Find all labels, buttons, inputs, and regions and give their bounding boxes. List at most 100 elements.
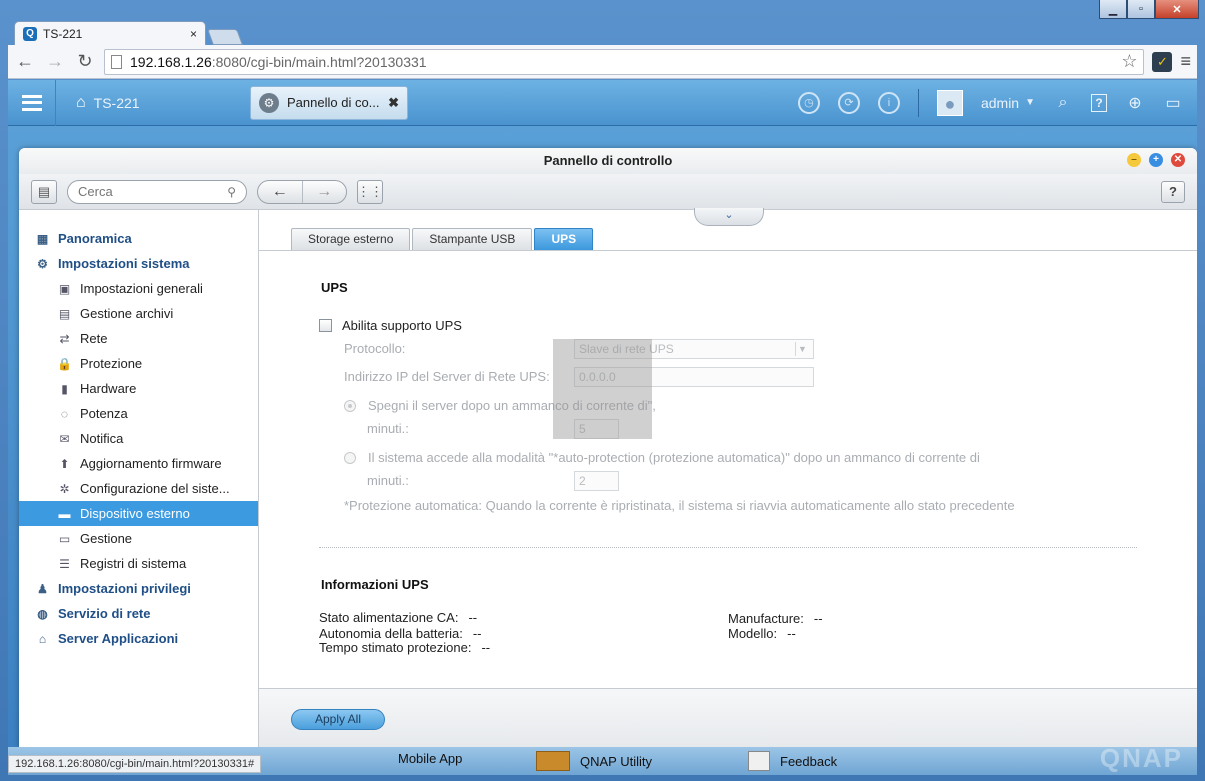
url-host: 192.168.1.26 — [130, 53, 212, 70]
sidebar-item[interactable]: ▤ Gestione archivi — [19, 301, 258, 326]
search-icon[interactable]: ⌕ — [1053, 94, 1073, 112]
help-button[interactable]: ? — [1161, 180, 1185, 203]
battery-value: -- — [472, 626, 482, 641]
main-menu-button[interactable] — [8, 80, 56, 126]
tab-ups[interactable]: UPS — [534, 228, 594, 250]
minimize-icon[interactable]: – — [1127, 153, 1141, 167]
close-window-button[interactable]: ✕ — [1155, 0, 1199, 19]
apply-all-button[interactable]: Apply All — [291, 709, 385, 730]
close-icon[interactable]: ✖ — [388, 95, 399, 111]
utility-icon — [536, 751, 570, 771]
reload-icon[interactable]: ↻ — [74, 51, 96, 73]
back-icon[interactable]: ← — [258, 181, 302, 203]
back-arrow-icon[interactable]: ← — [14, 51, 36, 73]
grid-view-icon[interactable]: ⋮⋮ — [357, 179, 383, 204]
maximize-button[interactable]: ▫ — [1127, 0, 1155, 19]
maximize-icon[interactable]: + — [1149, 153, 1163, 167]
user-icon: ♟ — [37, 581, 48, 596]
minimize-button[interactable]: ▁ — [1099, 0, 1127, 19]
search-icon: ⚲ — [227, 184, 236, 199]
sidebar-item[interactable]: ▮ Hardware — [19, 376, 258, 401]
protection-time-label: Tempo stimato protezione: — [319, 640, 472, 655]
device-name: TS-221 — [93, 94, 140, 111]
sidebar-item-label: Potenza — [80, 406, 128, 421]
control-panel-task-tab[interactable]: ⚙ Pannello di co... ✖ — [250, 85, 408, 120]
forward-icon[interactable]: → — [301, 180, 347, 203]
auto-protection-radio[interactable] — [344, 451, 356, 464]
close-tab-icon[interactable]: × — [190, 27, 197, 41]
app-server-icon: ⌂ — [38, 631, 47, 646]
auto-protection-minutes-label: minuti.: — [367, 473, 409, 488]
bookmark-star-icon[interactable]: ☆ — [1121, 51, 1137, 72]
dock-mobile-app[interactable]: Mobile App — [398, 751, 462, 766]
auto-protection-option: Il sistema accede alla modalità "*auto-p… — [344, 450, 980, 465]
qnap-brand-logo: QNAP — [1099, 743, 1183, 773]
address-bar[interactable]: 192.168.1.26 :8080/cgi-bin/main.html?201… — [104, 48, 1145, 75]
user-name[interactable]: admin — [981, 95, 1019, 111]
config-icon: ✲ — [59, 481, 70, 496]
sidebar-item[interactable]: ☰ Registri di sistema — [19, 551, 258, 576]
sidebar-item-label: Protezione — [80, 356, 143, 371]
overview-icon: ▦ — [36, 231, 49, 246]
manufacturer-value: -- — [813, 611, 823, 626]
tab-usb-printer[interactable]: Stampante USB — [412, 228, 533, 250]
sidebar-item-label: Hardware — [80, 381, 137, 396]
sidebar-item[interactable]: ◍ Servizio di rete — [19, 601, 258, 626]
sidebar-item[interactable]: ✉ Notifica — [19, 426, 258, 451]
sidebar-item[interactable]: ▬ Dispositivo esterno — [19, 501, 258, 526]
sidebar-item[interactable]: ✲ Configurazione del siste... — [19, 476, 258, 501]
model-label: Modello: — [728, 626, 778, 641]
divider — [319, 547, 1137, 548]
search-field[interactable]: ⚲ — [67, 179, 247, 204]
event-info-icon[interactable]: i — [877, 91, 900, 114]
new-tab-button[interactable] — [207, 29, 243, 45]
sidebar-item-label: Gestione — [80, 531, 133, 546]
sidebar-item[interactable]: ▭ Gestione — [19, 526, 258, 551]
enable-ups-label: Abilita supporto UPS — [342, 318, 462, 333]
browser-toolbar: ← → ↻ 192.168.1.26 :8080/cgi-bin/main.ht… — [8, 45, 1197, 79]
search-input[interactable] — [78, 184, 228, 199]
dock-qnap-utility[interactable]: QNAP Utility — [536, 751, 652, 771]
avatar[interactable]: ● — [936, 89, 963, 116]
help-icon[interactable]: ? — [1091, 93, 1107, 112]
sidebar-item[interactable]: ▣ Impostazioni generali — [19, 276, 258, 301]
ac-status-value: -- — [468, 610, 478, 625]
sidebar-item-label: Rete — [80, 331, 108, 346]
home-button[interactable]: ⌂ TS-221 — [56, 94, 246, 112]
model-row: Modello: -- — [728, 626, 796, 641]
gear-icon: ⚙ — [37, 256, 48, 271]
close-icon[interactable]: ✕ — [1171, 153, 1185, 167]
browser-tab[interactable]: Q TS-221 × — [14, 21, 206, 45]
ip-label: Indirizzo IP del Server di Rete UPS: — [344, 369, 550, 384]
sidebar-item[interactable]: 🔒 Protezione — [19, 351, 258, 376]
topbar-right-group: ◷ ⟳ i ● admin ▼ ⌕ ? ⊕ ▭ — [797, 88, 1197, 117]
desktop-icon[interactable]: ▭ — [1163, 93, 1183, 113]
external-devices-icon[interactable]: ⟳ — [837, 91, 860, 114]
shutdown-radio[interactable] — [344, 399, 356, 412]
auto-protection-minutes-field[interactable]: 2 — [574, 471, 619, 491]
language-globe-icon[interactable]: ⊕ — [1125, 93, 1145, 113]
qnap-favicon-icon: Q — [23, 26, 37, 41]
home-icon: ⌂ — [76, 93, 86, 111]
sidebar-item[interactable]: ⚙ Impostazioni sistema — [19, 251, 258, 276]
sidebar-item[interactable]: ⇄ Rete — [19, 326, 258, 351]
tab-storage-external[interactable]: Storage esterno — [291, 228, 411, 250]
enable-ups-checkbox[interactable] — [319, 319, 332, 332]
firmware-icon: ⬆ — [59, 456, 70, 471]
chevron-down-icon[interactable]: ▼ — [1025, 97, 1035, 108]
mobile-app-label: Mobile App — [398, 751, 463, 766]
dock-feedback[interactable]: Feedback — [748, 751, 837, 771]
sidebar-item[interactable]: ▦ Panoramica — [19, 226, 258, 251]
sidebar-item[interactable]: ⬆ Aggiornamento firmware — [19, 451, 258, 476]
sidebar-item[interactable]: ♟ Impostazioni privilegi — [19, 576, 258, 601]
sidebar-toggle-icon[interactable]: ▤ — [31, 179, 57, 204]
browser-tab-title: TS-221 — [43, 26, 83, 41]
sidebar-item[interactable]: ◌ Potenza — [19, 401, 258, 426]
collapse-chevron-icon[interactable]: ⌄ — [694, 208, 764, 226]
sidebar-item[interactable]: ⌂ Server Applicazioni — [19, 626, 258, 651]
forward-arrow-icon[interactable]: → — [44, 51, 66, 73]
browser-menu-icon[interactable]: ≡ — [1180, 51, 1191, 72]
background-tasks-icon[interactable]: ◷ — [797, 91, 820, 114]
extension-icon[interactable]: ✓ — [1152, 51, 1173, 72]
battery-row: Autonomia della batteria: -- — [319, 626, 481, 641]
